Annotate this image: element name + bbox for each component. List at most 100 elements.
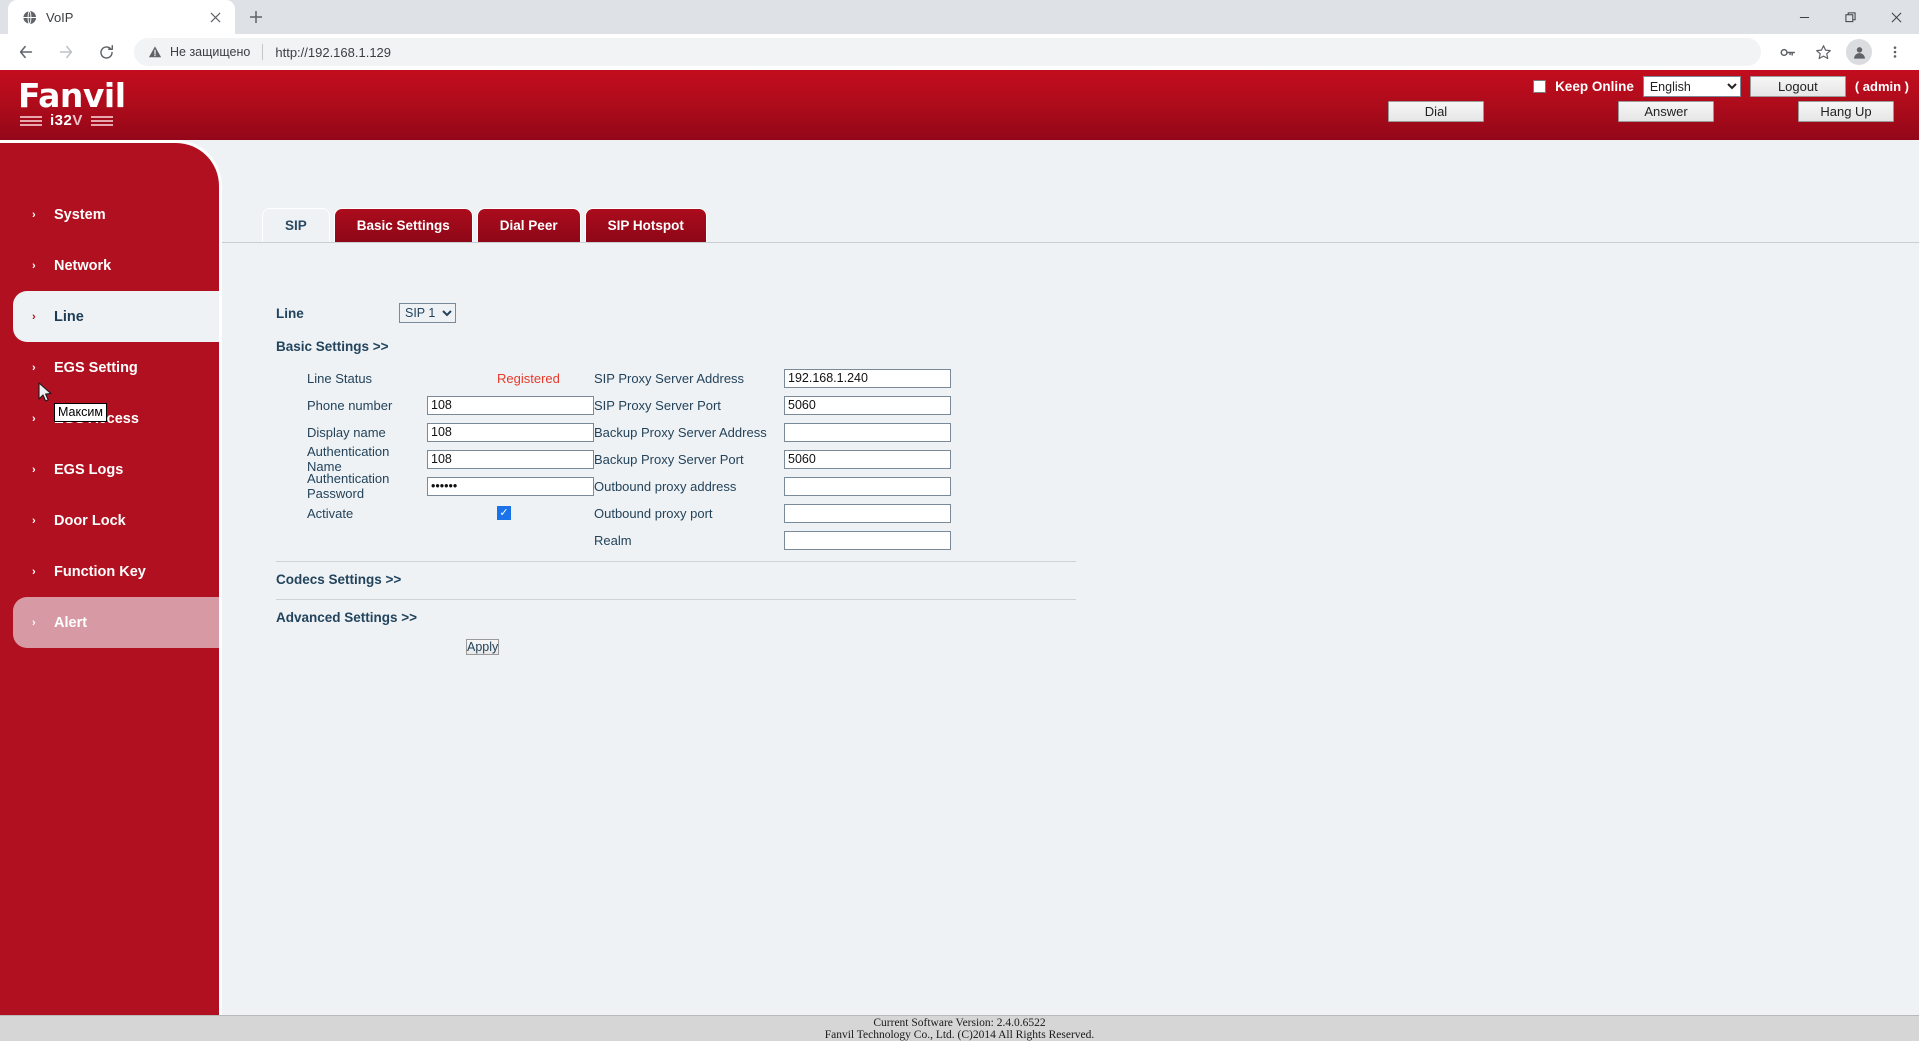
section-advanced-settings[interactable]: Advanced Settings >> <box>276 610 1899 625</box>
keep-online-checkbox[interactable] <box>1533 80 1546 93</box>
omnibox-divider <box>262 44 263 60</box>
field-label: Display name <box>307 425 427 440</box>
hangup-button[interactable]: Hang Up <box>1798 101 1894 122</box>
tab-sip[interactable]: SIP <box>262 208 330 242</box>
globe-icon <box>21 9 37 25</box>
more-menu-icon[interactable] <box>1880 37 1910 67</box>
browser-tab-voip[interactable]: VoIP <box>8 0 235 34</box>
content-pane: Line SIP 1 Basic Settings >> Line Status… <box>222 242 1919 1015</box>
cursor-tooltip: Максим <box>54 403 107 422</box>
address-bar[interactable]: Не защищено http://192.168.1.129 <box>134 38 1761 66</box>
section-codecs-settings[interactable]: Codecs Settings >> <box>276 572 1899 587</box>
sidebar-item-label: EGS Logs <box>54 462 123 478</box>
chevron-right-icon: › <box>32 260 40 272</box>
sidebar-item-egs-setting[interactable]: › EGS Setting <box>0 342 219 393</box>
field-outbound-proxy-port: Outbound proxy port <box>594 501 1014 525</box>
sidebar-item-label: System <box>54 207 106 223</box>
device-model: i32V <box>50 112 83 129</box>
tab-dial-peer[interactable]: Dial Peer <box>477 208 581 242</box>
keep-online-label: Keep Online <box>1555 79 1634 94</box>
chevron-right-icon: › <box>32 209 40 221</box>
outbound-proxy-port-input[interactable] <box>784 504 951 523</box>
line-label: Line <box>276 306 399 321</box>
status-badge: Registered <box>497 371 560 386</box>
security-status-label: Не защищено <box>170 45 250 59</box>
sidebar-item-label: Function Key <box>54 564 146 580</box>
tab-label: Basic Settings <box>357 218 450 233</box>
outbound-proxy-address-input[interactable] <box>784 477 951 496</box>
profile-avatar[interactable] <box>1846 39 1872 65</box>
tab-sip-hotspot[interactable]: SIP Hotspot <box>585 208 707 242</box>
sip-proxy-server-port-input[interactable] <box>784 396 951 415</box>
forward-arrow-icon[interactable] <box>49 35 83 69</box>
chevron-right-icon: › <box>32 362 40 374</box>
header-row-top: Keep Online English Logout ( admin ) <box>1533 76 1909 97</box>
backup-proxy-server-port-input[interactable] <box>784 450 951 469</box>
field-sip-proxy-server-port: SIP Proxy Server Port <box>594 393 1014 417</box>
url-text: http://192.168.1.129 <box>275 45 391 60</box>
maximize-restore-icon[interactable] <box>1827 0 1873 34</box>
authentication-name-input[interactable] <box>427 450 594 469</box>
logout-button[interactable]: Logout <box>1750 76 1846 97</box>
authentication-password-input[interactable] <box>427 477 594 496</box>
sip-settings-form: Line SIP 1 Basic Settings >> Line Status… <box>276 303 1899 657</box>
sidebar-item-alert[interactable]: › Alert <box>13 597 219 648</box>
back-arrow-icon[interactable] <box>9 35 43 69</box>
sidebar-item-network[interactable]: › Network <box>0 240 219 291</box>
sidebar-item-function-key[interactable]: › Function Key <box>0 546 219 597</box>
close-icon[interactable] <box>205 7 225 27</box>
activate-checkbox[interactable]: ✓ <box>497 506 511 520</box>
sidebar: › System › Network › Line › EGS Setting … <box>0 140 222 1015</box>
header-row-bottom: Dial Answer Hang Up <box>1388 101 1909 122</box>
copyright-text: Fanvil Technology Co., Ltd. (C)2014 All … <box>825 1029 1095 1041</box>
section-basic-settings[interactable]: Basic Settings >> <box>276 339 1899 354</box>
logo-bars-right-icon <box>91 116 113 126</box>
apply-button[interactable]: Apply <box>466 639 499 655</box>
software-version-text: Current Software Version: 2.4.0.6522 <box>873 1017 1045 1029</box>
field-outbound-proxy-address: Outbound proxy address <box>594 474 1014 498</box>
field-line-status: Line Status Registered <box>307 366 594 390</box>
tab-basic-settings[interactable]: Basic Settings <box>334 208 473 242</box>
left-field-column: Line Status Registered Phone number Disp… <box>276 366 594 552</box>
sidebar-item-label: Alert <box>54 615 87 631</box>
line-select[interactable]: SIP 1 <box>399 303 456 323</box>
tab-label: SIP <box>285 218 307 233</box>
tab-label: Dial Peer <box>500 218 558 233</box>
fields-container: Line Status Registered Phone number Disp… <box>276 366 1899 552</box>
reload-icon[interactable] <box>89 35 123 69</box>
browser-window: VoIP <box>0 0 1919 1041</box>
sidebar-item-system[interactable]: › System <box>0 189 219 240</box>
app-tab-bar: SIP Basic Settings Dial Peer SIP Hotspot <box>262 208 707 242</box>
display-name-input[interactable] <box>427 423 594 442</box>
fanvil-logo: Fanvil i32V <box>18 78 158 129</box>
new-tab-button[interactable] <box>239 0 273 34</box>
divider-above-codecs <box>276 561 1076 562</box>
field-activate: Activate ✓ <box>307 501 594 525</box>
close-window-icon[interactable] <box>1873 0 1919 34</box>
realm-input[interactable] <box>784 531 951 550</box>
sidebar-item-egs-logs[interactable]: › EGS Logs <box>0 444 219 495</box>
browser-tabstrip: VoIP <box>0 0 273 34</box>
sidebar-item-door-lock[interactable]: › Door Lock <box>0 495 219 546</box>
sidebar-item-line[interactable]: › Line <box>13 291 219 342</box>
phone-number-input[interactable] <box>427 396 594 415</box>
key-icon[interactable] <box>1772 37 1802 67</box>
chevron-right-icon: › <box>32 566 40 578</box>
language-select[interactable]: English <box>1643 76 1741 97</box>
field-label: Realm <box>594 533 784 548</box>
admin-label: ( admin ) <box>1855 79 1909 94</box>
backup-proxy-server-address-input[interactable] <box>784 423 951 442</box>
sip-proxy-server-address-input[interactable] <box>784 369 951 388</box>
answer-button[interactable]: Answer <box>1618 101 1714 122</box>
field-label: Activate <box>307 506 497 521</box>
browser-titlebar: VoIP <box>0 0 1919 34</box>
field-authentication-name: Authentication Name <box>307 447 594 471</box>
field-label: Backup Proxy Server Address <box>594 425 784 440</box>
star-icon[interactable] <box>1808 37 1838 67</box>
browser-toolbar: Не защищено http://192.168.1.129 <box>0 34 1919 70</box>
app-header: Fanvil i32V Keep Online English Logout (… <box>0 70 1919 140</box>
dial-button[interactable]: Dial <box>1388 101 1484 122</box>
minimize-icon[interactable] <box>1781 0 1827 34</box>
sidebar-item-egs-access[interactable]: › EGS Access <box>0 393 219 444</box>
window-controls <box>1781 0 1919 34</box>
